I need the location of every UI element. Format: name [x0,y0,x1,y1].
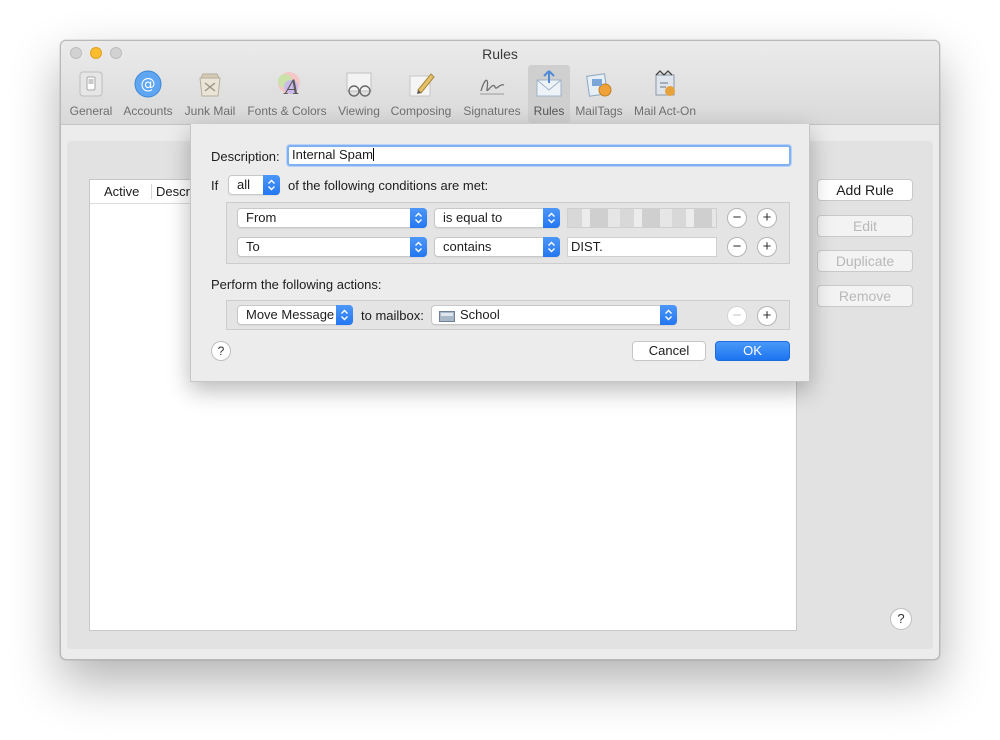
toolbar-label: Fonts & Colors [247,104,327,118]
duplicate-button[interactable]: Duplicate [817,250,913,272]
window-title: Rules [482,46,518,62]
remove-button[interactable]: Remove [817,285,913,307]
toolbar-fonts-colors[interactable]: A Fonts & Colors [244,65,330,123]
plus-icon: + [762,307,772,324]
updown-arrows-icon [336,305,353,325]
condition-value-field[interactable]: DIST. [567,237,717,257]
remove-condition-button[interactable]: − [727,237,747,257]
toolbar-label: Rules [533,104,565,118]
mail-act-on-icon [649,68,681,100]
mailbox-folder-icon [439,309,455,327]
toolbar-label: Junk Mail [184,104,236,118]
glasses-icon [343,68,375,100]
condition-field-value: From [246,210,277,225]
plus-icon: + [762,209,772,226]
toolbar-label: Signatures [463,104,521,118]
condition-operator-select[interactable]: contains [434,237,560,257]
svg-text:@: @ [141,75,156,93]
toolbar-mailtags[interactable]: MailTags [571,65,627,123]
toolbar-composing[interactable]: Composing [388,65,454,123]
updown-arrows-icon [263,175,280,195]
condition-operator-select[interactable]: is equal to [434,208,560,228]
signature-icon [476,68,508,100]
if-label: If [211,178,219,193]
titlebar: Rules General @ Accounts Junk Mail A Fon… [61,41,939,125]
minus-icon: − [732,307,742,324]
switch-icon [75,68,107,100]
junk-bin-icon [194,68,226,100]
to-mailbox-label: to mailbox: [361,308,424,323]
actions-label: Perform the following actions: [211,277,382,292]
condition-field-select[interactable]: From [237,208,427,228]
toolbar-signatures[interactable]: Signatures [459,65,525,123]
mailbox-value: School [460,307,500,322]
add-action-button[interactable]: + [757,306,777,326]
text-caret [372,148,374,161]
condition-field-select[interactable]: To [237,237,427,257]
toolbar-viewing[interactable]: Viewing [334,65,384,123]
remove-action-button[interactable]: − [727,306,747,326]
svg-text:A: A [283,75,299,99]
condition-value-field[interactable] [567,208,717,228]
edit-button[interactable]: Edit [817,215,913,237]
toolbar-label: Mail Act-On [633,104,696,118]
sheet-help-button[interactable]: ? [211,341,231,361]
condition-operator-value: is equal to [443,210,503,225]
toolbar-rules[interactable]: Rules [528,65,570,123]
updown-arrows-icon [410,208,427,228]
toolbar-label: Composing [390,104,452,118]
description-field[interactable]: Internal Spam [287,145,791,166]
pencil-icon [405,68,437,100]
condition-value: DIST. [571,239,603,254]
toolbar-accounts[interactable]: @ Accounts [119,65,177,123]
match-all-select[interactable]: all [228,175,280,195]
add-condition-button[interactable]: + [757,208,777,228]
conditions-text: of the following conditions are met: [288,178,489,193]
updown-arrows-icon [410,237,427,257]
at-sign-icon: @ [132,68,164,100]
condition-operator-value: contains [443,239,492,254]
match-select-value: all [237,177,251,192]
column-description[interactable]: Descri [152,184,193,199]
updown-arrows-icon [543,237,560,257]
rule-editor-sheet: Description: Internal Spam If all of the… [190,124,810,382]
minus-icon: − [732,238,742,255]
cancel-button[interactable]: Cancel [632,341,706,361]
add-condition-button[interactable]: + [757,237,777,257]
description-value: Internal Spam [292,147,373,162]
toolbar-junk-mail[interactable]: Junk Mail [181,65,239,123]
toolbar-label: MailTags [575,104,623,118]
rules-envelope-icon [533,68,565,100]
plus-icon: + [762,238,772,255]
mailtags-icon [583,68,615,100]
toolbar-label: Accounts [123,104,173,118]
mailbox-select[interactable]: School [431,305,677,325]
toolbar-label: Viewing [338,104,380,118]
add-rule-button[interactable]: Add Rule [817,179,913,201]
ok-button[interactable]: OK [715,341,790,361]
toolbar-label: General [69,104,113,118]
window-help-button[interactable]: ? [890,608,912,630]
updown-arrows-icon [660,305,677,325]
condition-field-value: To [246,239,260,254]
fonts-colors-icon: A [271,68,303,100]
toolbar-general[interactable]: General [67,65,115,123]
remove-condition-button[interactable]: − [727,208,747,228]
toolbar-mail-act-on[interactable]: Mail Act-On [629,65,701,123]
updown-arrows-icon [543,208,560,228]
minus-icon: − [732,209,742,226]
description-label: Description: [211,149,280,164]
action-type-select[interactable]: Move Message [237,305,353,325]
column-active[interactable]: Active [90,184,152,199]
action-type-value: Move Message [246,307,335,322]
